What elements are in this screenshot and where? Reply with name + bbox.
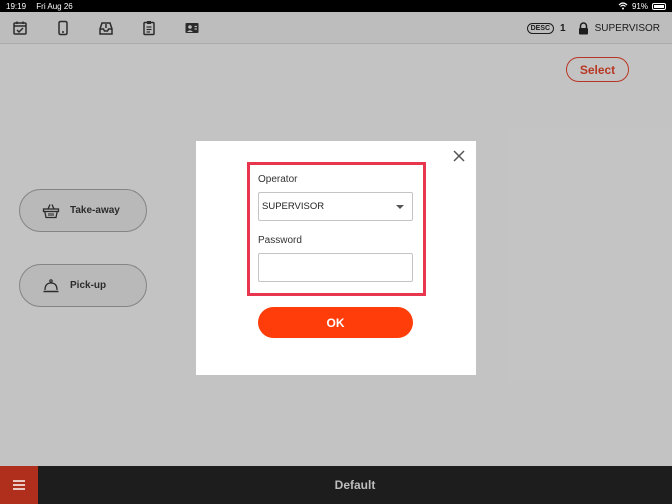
wifi-icon [618, 2, 628, 10]
status-left: 19:19 Fri Aug 26 [6, 2, 81, 11]
status-time: 19:19 [6, 1, 27, 11]
operator-select[interactable]: SUPERVISOR [258, 192, 413, 221]
hamburger-menu-icon [13, 480, 25, 490]
status-right: 91% [618, 2, 666, 11]
ok-button[interactable]: OK [258, 307, 413, 338]
operator-label: Operator [258, 174, 298, 185]
bottom-bar-title: Default [334, 478, 376, 492]
operator-login-dialog: Operator SUPERVISOR Password OK [196, 141, 476, 375]
close-icon[interactable] [452, 149, 466, 163]
bottom-bar: Default [0, 466, 672, 504]
password-label: Password [258, 235, 302, 246]
password-input[interactable] [258, 253, 413, 282]
status-bar: 19:19 Fri Aug 26 91% [0, 0, 672, 12]
status-date: Fri Aug 26 [36, 1, 73, 11]
operator-selected-value: SUPERVISOR [262, 201, 325, 212]
battery-percent: 91% [631, 1, 648, 11]
dropdown-caret-icon [396, 205, 404, 209]
battery-icon [652, 2, 666, 10]
menu-button[interactable] [0, 466, 38, 504]
